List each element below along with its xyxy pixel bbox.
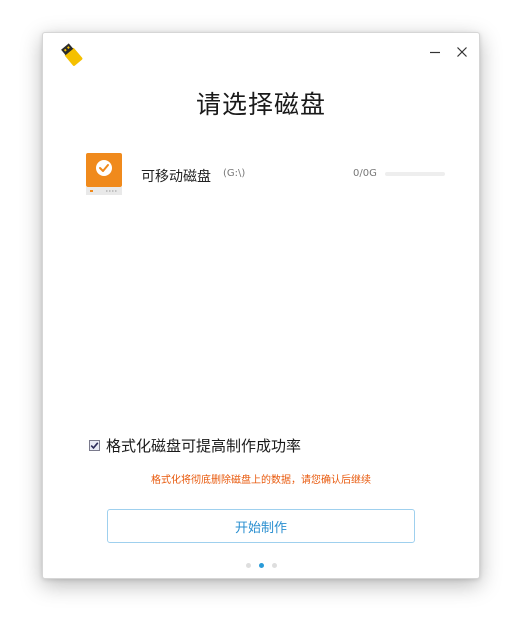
page-dot[interactable] bbox=[258, 563, 264, 568]
disk-name: 可移动磁盘 bbox=[141, 169, 211, 185]
disk-drive-letter: (G:\) bbox=[223, 168, 246, 179]
page-title: 请选择磁盘 bbox=[195, 90, 326, 119]
removable-disk-icon bbox=[86, 153, 122, 195]
format-checkbox-option[interactable]: 格式化磁盘可提高制作成功率 bbox=[89, 435, 301, 455]
start-button[interactable]: 开始制作 bbox=[107, 509, 415, 543]
usb-drive-icon bbox=[61, 43, 83, 66]
disk-usage-bar bbox=[385, 172, 445, 176]
close-icon bbox=[457, 47, 467, 57]
checkmark-icon bbox=[90, 441, 99, 449]
minimize-icon bbox=[430, 51, 440, 54]
page-indicator bbox=[43, 563, 479, 568]
format-checkbox[interactable] bbox=[89, 439, 100, 451]
format-label: 格式化磁盘可提高制作成功率 bbox=[106, 436, 302, 455]
page-dot[interactable] bbox=[271, 563, 277, 568]
page-dot[interactable] bbox=[245, 563, 251, 568]
app-window: 请选择磁盘 可移动磁盘 (G:\) 0/0G 格式化磁盘可提高制作成功率 格式化… bbox=[42, 32, 480, 579]
disk-list-item[interactable]: 可移动磁盘 (G:\) 0/0G bbox=[83, 151, 449, 199]
minimize-button[interactable] bbox=[425, 42, 445, 62]
close-button[interactable] bbox=[452, 42, 472, 62]
format-warning-text: 格式化将彻底删除磁盘上的数据，请您确认后继续 bbox=[151, 475, 371, 486]
disk-capacity: 0/0G bbox=[353, 168, 377, 179]
